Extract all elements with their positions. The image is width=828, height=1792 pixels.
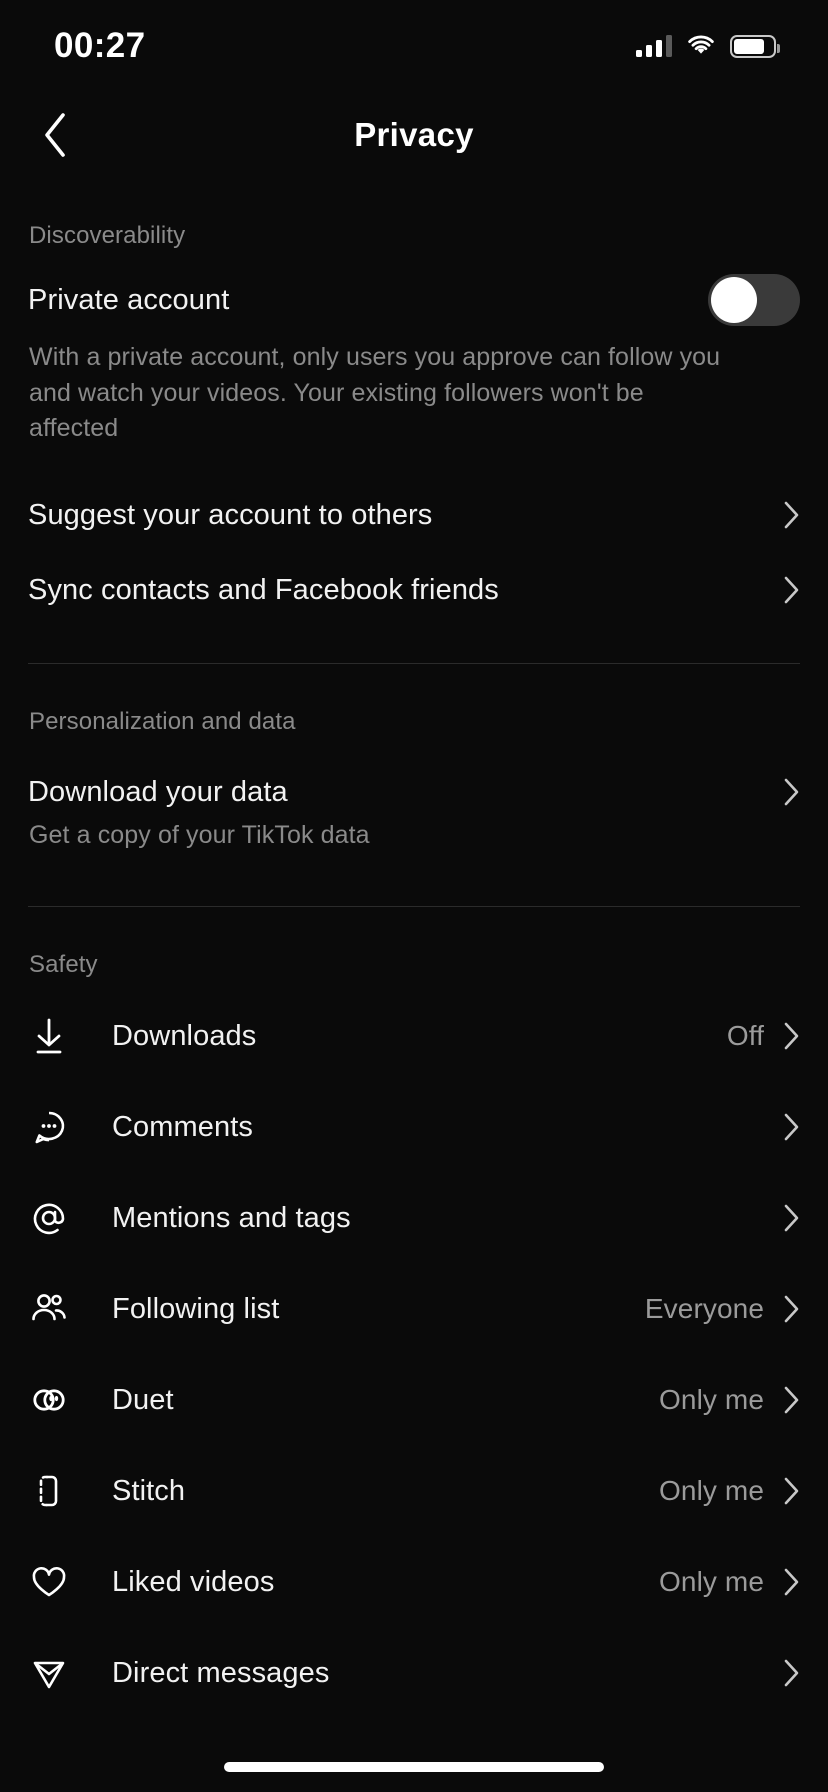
private-account-label: Private account xyxy=(28,283,230,316)
send-plane-icon xyxy=(28,1652,84,1694)
duet-circles-icon xyxy=(28,1379,84,1421)
liked-videos-value: Only me xyxy=(659,1566,764,1597)
people-icon xyxy=(28,1288,84,1330)
section-header-personalization: Personalization and data xyxy=(29,707,296,735)
navigation-bar: Privacy xyxy=(0,92,828,178)
private-account-toggle[interactable] xyxy=(708,274,800,326)
chevron-right-icon xyxy=(784,1022,799,1050)
chevron-left-icon xyxy=(45,113,65,157)
setting-row-comments[interactable]: Comments xyxy=(28,1082,800,1173)
setting-row-download-data[interactable]: Download your data xyxy=(28,736,800,809)
setting-row-stitch[interactable]: Stitch Only me xyxy=(28,1446,800,1537)
chevron-right-icon xyxy=(784,1659,799,1687)
download-data-label: Download your data xyxy=(28,775,288,808)
direct-messages-label: Direct messages xyxy=(112,1656,330,1689)
settings-content: Discoverability Private account With a p… xyxy=(0,178,828,1719)
chevron-right-icon xyxy=(784,1113,799,1141)
back-button[interactable] xyxy=(26,106,84,164)
setting-row-downloads[interactable]: Downloads Off xyxy=(28,991,800,1082)
chevron-right-icon xyxy=(784,1477,799,1505)
home-indicator xyxy=(224,1762,604,1772)
page-title: Privacy xyxy=(354,116,474,153)
privacy-settings-screen: 00:27 Privacy Discoverability Private ac… xyxy=(0,0,828,1792)
comment-bubble-icon xyxy=(28,1106,84,1148)
setting-row-sync-contacts[interactable]: Sync contacts and Facebook friends xyxy=(28,532,800,607)
stitch-value: Only me xyxy=(659,1475,764,1506)
safety-settings-list: Downloads Off Comments Mentions and tags… xyxy=(28,979,800,1719)
stitch-frame-icon xyxy=(28,1470,84,1512)
downloads-value: Off xyxy=(726,1020,764,1051)
mentions-and-tags-label: Mentions and tags xyxy=(112,1201,351,1234)
heart-icon xyxy=(28,1561,84,1603)
following-list-label: Following list xyxy=(112,1292,280,1325)
chevron-right-icon xyxy=(784,778,799,806)
sync-contacts-label: Sync contacts and Facebook friends xyxy=(28,573,499,606)
following-list-value: Everyone xyxy=(644,1293,764,1324)
setting-row-following-list[interactable]: Following list Everyone xyxy=(28,1264,800,1355)
wifi-icon xyxy=(688,35,714,54)
setting-row-duet[interactable]: Duet Only me xyxy=(28,1355,800,1446)
setting-row-mentions-and-tags[interactable]: Mentions and tags xyxy=(28,1173,800,1264)
chevron-right-icon xyxy=(784,1295,799,1323)
downloads-label: Downloads xyxy=(112,1019,257,1052)
status-bar-clock: 00:27 xyxy=(54,26,146,65)
stitch-label: Stitch xyxy=(112,1474,186,1507)
chevron-right-icon xyxy=(784,576,799,604)
section-header-discoverability: Discoverability xyxy=(29,222,186,249)
setting-row-liked-videos[interactable]: Liked videos Only me xyxy=(28,1537,800,1628)
setting-row-suggest-account[interactable]: Suggest your account to others xyxy=(28,447,800,532)
status-bar: 00:27 xyxy=(0,0,828,92)
chevron-right-icon xyxy=(784,1386,799,1414)
section-header-safety: Safety xyxy=(29,950,98,978)
comments-label: Comments xyxy=(112,1110,253,1143)
battery-icon xyxy=(730,34,780,58)
chevron-right-icon xyxy=(784,1204,799,1232)
suggest-account-label: Suggest your account to others xyxy=(28,498,433,531)
private-account-description: With a private account, only users you a… xyxy=(29,343,721,442)
liked-videos-label: Liked videos xyxy=(112,1565,275,1598)
setting-row-private-account[interactable]: Private account xyxy=(28,250,800,326)
download-icon xyxy=(28,1015,84,1057)
cellular-signal-icon xyxy=(636,35,672,57)
duet-label: Duet xyxy=(112,1383,174,1416)
chevron-right-icon xyxy=(784,501,799,529)
chevron-right-icon xyxy=(784,1568,799,1596)
toggle-knob xyxy=(711,277,757,323)
download-data-subtitle: Get a copy of your TikTok data xyxy=(29,820,370,849)
at-mention-icon xyxy=(28,1197,84,1239)
status-bar-indicators xyxy=(636,34,780,58)
setting-row-direct-messages[interactable]: Direct messages xyxy=(28,1628,800,1719)
duet-value: Only me xyxy=(659,1384,764,1415)
